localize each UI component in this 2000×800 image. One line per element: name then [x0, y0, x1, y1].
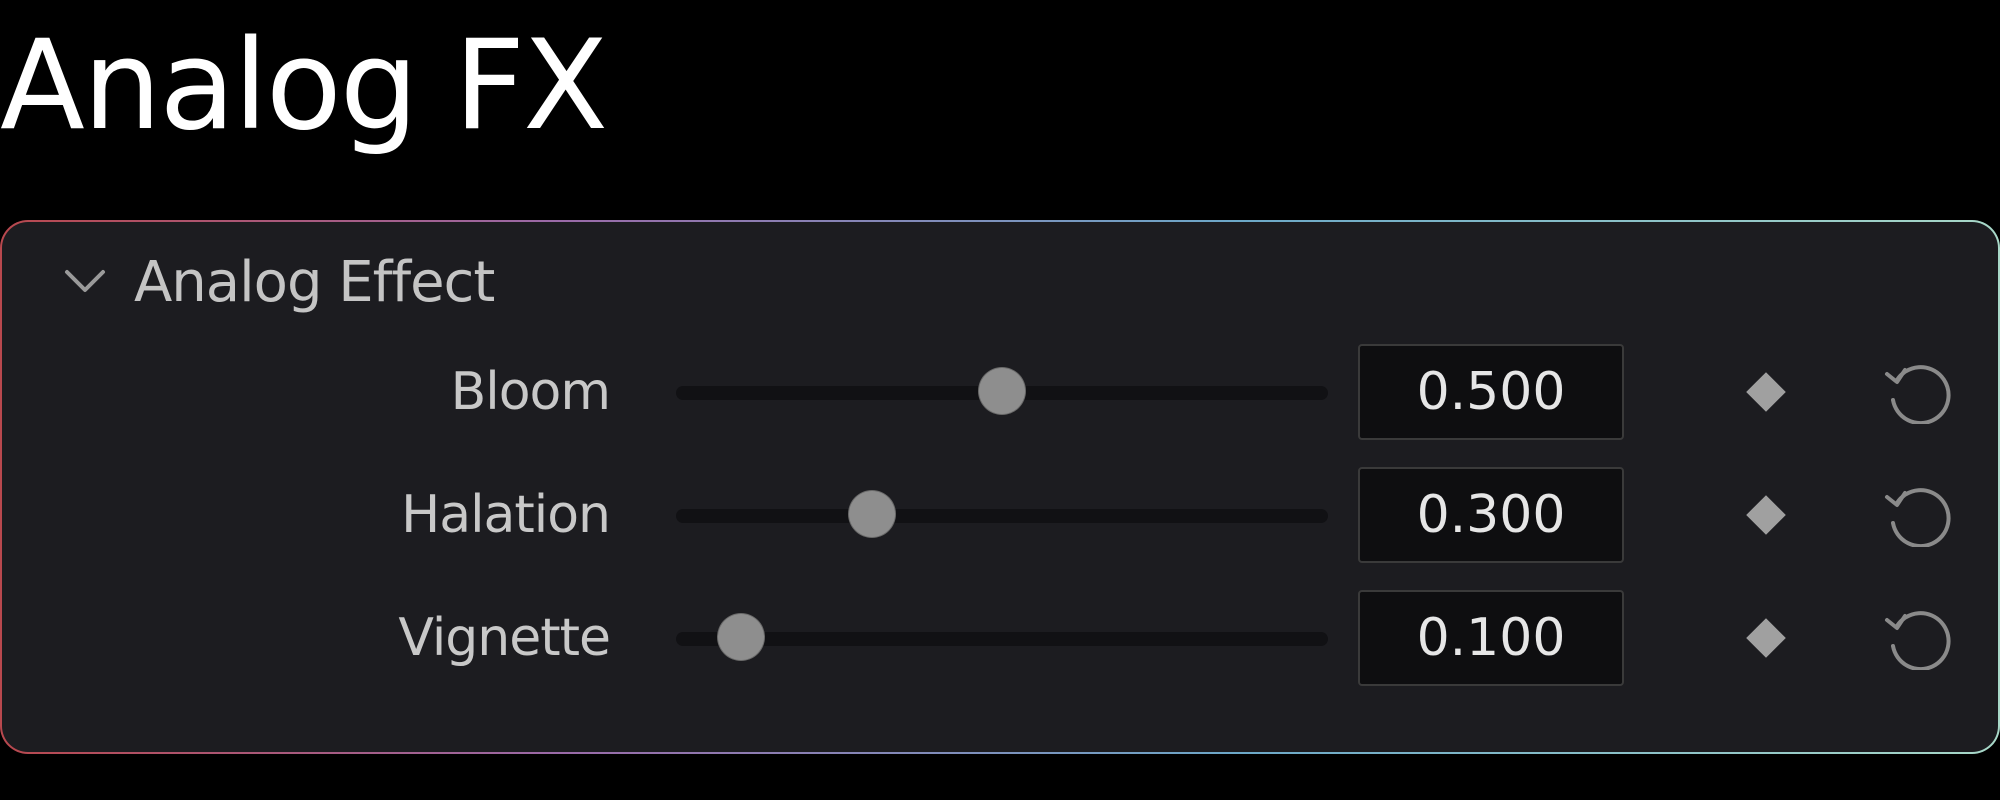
halation-value-field[interactable]: 0.300	[1358, 467, 1624, 563]
param-row-vignette: Vignette 0.100	[2, 588, 1998, 688]
page-title: Analog FX	[0, 14, 608, 158]
param-label: Vignette	[398, 608, 611, 668]
bloom-value-field[interactable]: 0.500	[1358, 344, 1624, 440]
vignette-slider[interactable]	[676, 614, 1328, 660]
param-row-halation: Halation 0.300	[2, 465, 1998, 565]
halation-slider[interactable]	[676, 491, 1328, 537]
panel-body: Analog Effect Bloom 0.500 Halation 0.300…	[2, 222, 1998, 752]
diamond-keyframe-icon[interactable]	[1738, 610, 1794, 666]
vignette-value-field[interactable]: 0.100	[1358, 590, 1624, 686]
reset-icon[interactable]	[1878, 360, 1958, 424]
panel-header-toggle[interactable]: Analog Effect	[58, 249, 495, 315]
diamond-keyframe-icon[interactable]	[1738, 364, 1794, 420]
slider-thumb[interactable]	[979, 368, 1025, 414]
reset-icon[interactable]	[1878, 606, 1958, 670]
chevron-down-icon[interactable]	[58, 255, 112, 309]
analog-effect-panel: Analog Effect Bloom 0.500 Halation 0.300…	[0, 220, 2000, 754]
slider-thumb[interactable]	[848, 491, 895, 537]
param-label: Bloom	[450, 362, 611, 422]
bloom-slider[interactable]	[676, 368, 1328, 414]
param-label: Halation	[401, 485, 611, 545]
panel-title: Analog Effect	[134, 249, 495, 315]
diamond-keyframe-icon[interactable]	[1738, 487, 1794, 543]
slider-thumb[interactable]	[718, 614, 765, 660]
reset-icon[interactable]	[1878, 483, 1958, 547]
param-row-bloom: Bloom 0.500	[2, 342, 1998, 442]
